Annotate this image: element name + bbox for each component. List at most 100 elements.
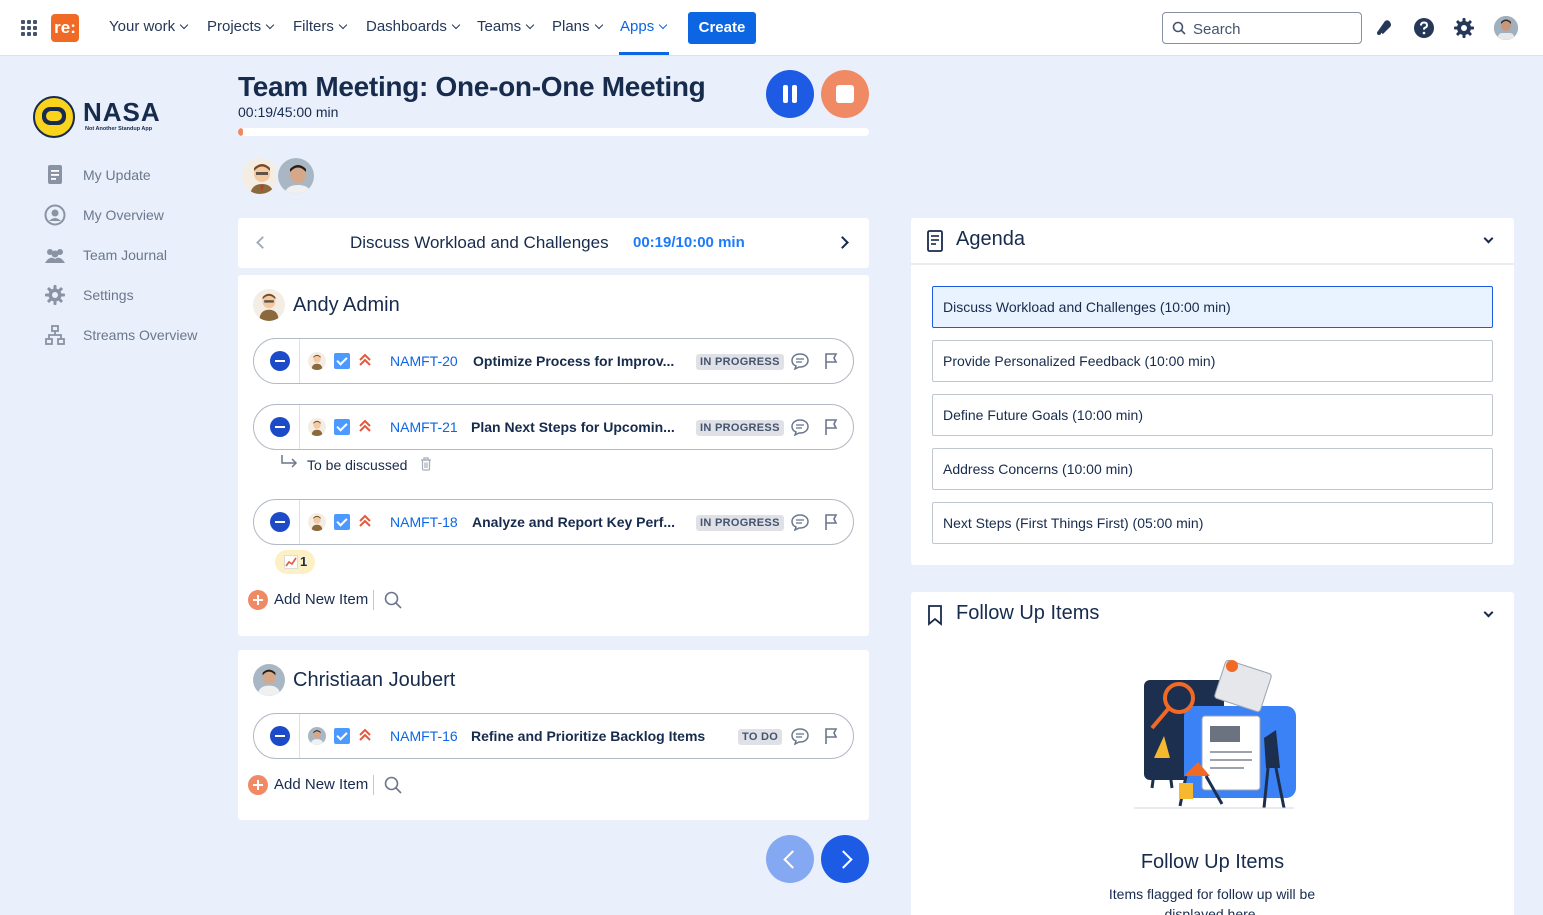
previous-person-button[interactable]	[766, 835, 814, 883]
work-item-row[interactable]: NAMFT-16 Refine and Prioritize Backlog I…	[253, 713, 854, 759]
sidebar-item-label: My Update	[83, 167, 151, 183]
search-icon[interactable]	[383, 590, 403, 610]
work-item-row[interactable]: NAMFT-21 Plan Next Steps for Upcomin... …	[253, 404, 854, 450]
trash-icon[interactable]	[420, 457, 432, 471]
nav-plans[interactable]: Plans	[552, 18, 603, 35]
profile-avatar[interactable]	[1494, 16, 1518, 40]
assignee-avatar	[308, 513, 326, 531]
next-topic-chevron-icon[interactable]	[836, 236, 849, 249]
issue-summary[interactable]: Optimize Process for Improv...	[473, 353, 683, 369]
add-new-item-button[interactable]: Add New Item	[274, 591, 368, 608]
sub-note-arrow-icon	[281, 455, 298, 468]
chevron-down-icon	[658, 20, 668, 30]
issue-key-link[interactable]: NAMFT-16	[390, 728, 458, 744]
chevron-down-icon[interactable]	[1483, 607, 1494, 618]
follow-up-empty-title: Follow Up Items	[1140, 851, 1285, 873]
chevron-down-icon[interactable]	[1483, 233, 1494, 244]
previous-topic-chevron-icon[interactable]	[256, 236, 269, 249]
search-icon[interactable]	[383, 775, 403, 795]
divider	[299, 339, 300, 383]
flag-icon[interactable]	[823, 513, 839, 531]
search-input[interactable]	[1193, 19, 1353, 39]
chevron-down-icon	[451, 20, 461, 30]
participant-avatar-andy[interactable]	[240, 156, 280, 196]
create-button[interactable]: Create	[688, 12, 756, 44]
issue-key-link[interactable]: NAMFT-18	[390, 514, 458, 530]
add-icon[interactable]	[248, 775, 268, 795]
reaction-badge[interactable]: 1	[275, 550, 315, 574]
remove-item-icon[interactable]	[270, 351, 290, 371]
notifications-icon[interactable]	[1372, 16, 1396, 40]
flag-icon[interactable]	[823, 727, 839, 745]
follow-up-header[interactable]: Follow Up Items	[911, 592, 1514, 639]
remove-item-icon[interactable]	[270, 417, 290, 437]
meeting-progress-bar	[238, 128, 869, 136]
assignee-avatar	[308, 352, 326, 370]
nav-your-work[interactable]: Your work	[109, 18, 189, 35]
agenda-item[interactable]: Address Concerns (10:00 min)	[932, 448, 1493, 490]
divider	[299, 500, 300, 544]
app-switcher-icon[interactable]	[21, 20, 37, 36]
product-logo[interactable]: re:	[51, 14, 79, 42]
assignee-avatar	[308, 418, 326, 436]
task-type-icon	[334, 728, 350, 744]
issue-summary[interactable]: Refine and Prioritize Backlog Items	[471, 728, 731, 744]
chevron-down-icon	[525, 20, 535, 30]
remove-item-icon[interactable]	[270, 726, 290, 746]
add-new-item: Add New Item	[248, 588, 408, 610]
search-field[interactable]	[1162, 12, 1362, 44]
issue-key-link[interactable]: NAMFT-20	[390, 353, 458, 369]
comment-icon[interactable]	[791, 513, 809, 531]
status-badge: TO DO	[738, 729, 783, 745]
avatar	[253, 664, 285, 696]
issue-key-link[interactable]: NAMFT-21	[390, 419, 458, 435]
agenda-item[interactable]: Provide Personalized Feedback (10:00 min…	[932, 340, 1493, 382]
comment-icon[interactable]	[791, 418, 809, 436]
person-section-andy: Andy Admin NAMFT-20 Optimize Process for…	[238, 275, 869, 636]
chevron-down-icon	[265, 20, 275, 30]
agenda-panel: Agenda Discuss Workload and Challenges (…	[911, 218, 1514, 565]
participant-avatar-christiaan[interactable]	[276, 156, 316, 196]
active-nav-indicator	[619, 52, 669, 55]
nasa-logo[interactable]: NASA Not Another Standup App	[33, 96, 173, 138]
pause-button[interactable]	[766, 70, 814, 118]
issue-summary[interactable]: Analyze and Report Key Perf...	[472, 514, 683, 530]
top-navigation-bar: re: Your work Projects Filters Dashboard…	[0, 0, 1543, 56]
add-icon[interactable]	[248, 590, 268, 610]
nav-teams[interactable]: Teams	[477, 18, 535, 35]
status-badge: IN PROGRESS	[696, 354, 784, 370]
issue-summary[interactable]: Plan Next Steps for Upcomin...	[471, 419, 683, 435]
sidebar-item-label: Settings	[83, 287, 134, 303]
task-type-icon	[334, 353, 350, 369]
flag-icon[interactable]	[823, 352, 839, 370]
work-item-row[interactable]: NAMFT-20 Optimize Process for Improv... …	[253, 338, 854, 384]
flag-icon[interactable]	[823, 418, 839, 436]
sidebar-item-label: My Overview	[83, 207, 164, 223]
agenda-item[interactable]: Define Future Goals (10:00 min)	[932, 394, 1493, 436]
nav-apps[interactable]: Apps	[620, 18, 668, 35]
nav-dashboards[interactable]: Dashboards	[366, 18, 461, 35]
status-badge: IN PROGRESS	[696, 515, 784, 531]
nav-projects[interactable]: Projects	[207, 18, 275, 35]
nasa-logo-text: NASA	[83, 97, 161, 127]
priority-highest-icon	[359, 419, 371, 432]
work-item-row[interactable]: NAMFT-18 Analyze and Report Key Perf... …	[253, 499, 854, 545]
people-icon	[45, 249, 65, 263]
remove-item-icon[interactable]	[270, 512, 290, 532]
chevron-down-icon	[338, 20, 348, 30]
comment-icon[interactable]	[791, 727, 809, 745]
status-badge: IN PROGRESS	[696, 420, 784, 436]
stop-button[interactable]	[821, 70, 869, 118]
agenda-item[interactable]: Discuss Workload and Challenges (10:00 m…	[932, 286, 1493, 328]
nav-filters[interactable]: Filters	[293, 18, 348, 35]
comment-icon[interactable]	[791, 352, 809, 370]
add-new-item: Add New Item	[248, 773, 408, 795]
settings-icon[interactable]	[1452, 16, 1476, 40]
agenda-header[interactable]: Agenda	[911, 218, 1514, 265]
help-icon[interactable]	[1412, 16, 1436, 40]
agenda-item[interactable]: Next Steps (First Things First) (05:00 m…	[932, 502, 1493, 544]
next-person-button[interactable]	[821, 835, 869, 883]
add-new-item-button[interactable]: Add New Item	[274, 776, 368, 793]
agenda-title: Agenda	[956, 228, 1025, 250]
person-section-christiaan: Christiaan Joubert NAMFT-16 Refine and P…	[238, 650, 869, 820]
